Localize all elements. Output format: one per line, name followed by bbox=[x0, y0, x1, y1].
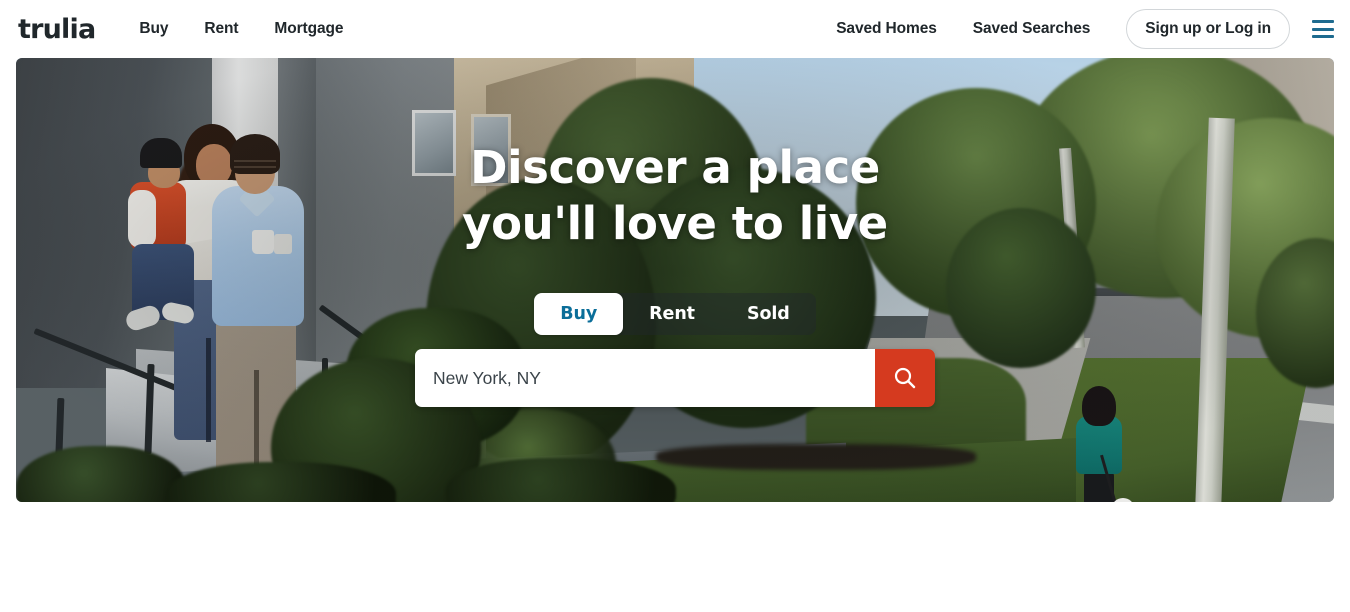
tab-buy[interactable]: Buy bbox=[534, 293, 624, 335]
trulia-logo[interactable]: trulia bbox=[18, 16, 96, 43]
tab-rent[interactable]: Rent bbox=[623, 293, 721, 335]
hero-headline: Discover a place you'll love to live bbox=[462, 141, 888, 250]
location-search-input[interactable] bbox=[415, 349, 875, 407]
secondary-nav: Saved Homes Saved Searches Sign up or Lo… bbox=[836, 8, 1334, 50]
primary-nav: Buy Rent Mortgage bbox=[139, 20, 379, 38]
nav-item-saved-searches[interactable]: Saved Searches bbox=[973, 20, 1091, 38]
search-icon bbox=[894, 367, 916, 389]
search-type-tabs: Buy Rent Sold bbox=[534, 293, 816, 335]
nav-item-buy[interactable]: Buy bbox=[139, 20, 168, 38]
signup-login-button[interactable]: Sign up or Log in bbox=[1126, 8, 1290, 50]
nav-item-saved-homes[interactable]: Saved Homes bbox=[836, 20, 937, 38]
nav-item-rent[interactable]: Rent bbox=[204, 20, 238, 38]
tab-sold[interactable]: Sold bbox=[721, 293, 816, 335]
hamburger-bar bbox=[1312, 27, 1334, 31]
hamburger-menu-icon[interactable] bbox=[1312, 20, 1334, 38]
hero-search-bar bbox=[415, 349, 935, 407]
hamburger-bar bbox=[1312, 20, 1334, 23]
nav-item-mortgage[interactable]: Mortgage bbox=[274, 20, 343, 38]
hero-banner: Discover a place you'll love to live Buy… bbox=[16, 58, 1334, 502]
hero-content: Discover a place you'll love to live Buy… bbox=[16, 58, 1334, 502]
hamburger-bar bbox=[1312, 35, 1334, 38]
search-submit-button[interactable] bbox=[875, 349, 935, 407]
site-header: trulia Buy Rent Mortgage Saved Homes Sav… bbox=[0, 0, 1350, 58]
